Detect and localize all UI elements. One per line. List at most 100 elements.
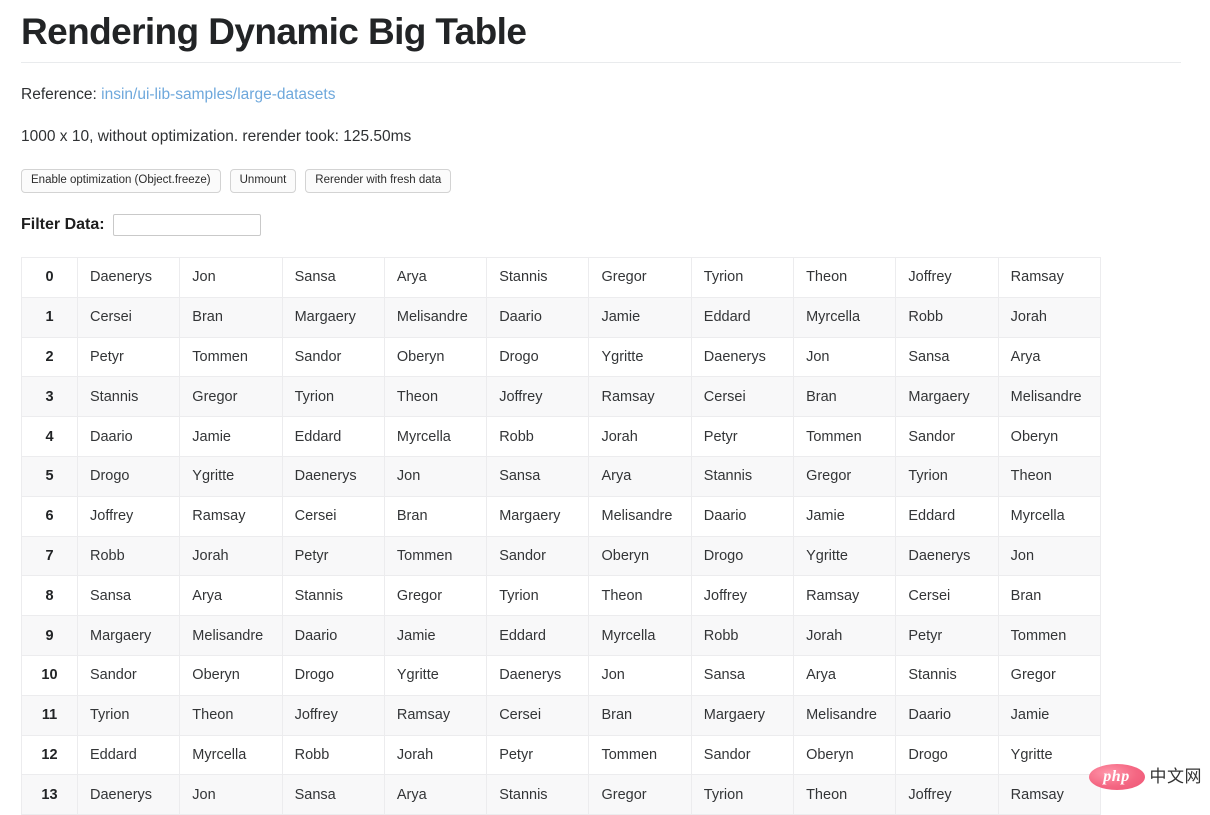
table-cell: Melisandre [588,495,692,537]
table-cell: Gregor [383,575,488,617]
table-row: 13 Daenerys Jon Sansa Arya Stannis Gregor Tyrio… [21,774,1101,815]
table-cell: Tommen [383,535,488,577]
page-root: Rendering Dynamic Big Table Reference: i… [0,8,1210,815]
table-cell: Ramsay [997,774,1101,815]
table-cell: Ramsay [997,257,1101,298]
unmount-button[interactable]: Unmount [229,169,297,193]
table-cell: Stannis [486,257,590,298]
table-cell: Eddard [281,416,385,457]
table-cell: Ygritte [588,336,692,378]
table-row: 11 Tyrion Theon Joffrey Ramsay Cersei Bran Marg… [21,694,1101,736]
table-cell: Melisandre [179,615,283,656]
table-cell: Cersei [486,694,590,736]
rerender-button[interactable]: Rerender with fresh data [305,169,452,193]
table-cell: Petyr [486,734,590,776]
table-cell: Oberyn [997,416,1101,457]
table-cell: Jamie [793,495,897,537]
table-cell: Robb [486,416,590,457]
table-cell: Arya [793,654,897,696]
table-cell: Arya [997,336,1101,378]
table-cell: Jon [997,535,1101,577]
table-cell: Theon [793,257,897,298]
table-cell: Cersei [76,296,181,338]
table-cell: Jon [383,455,488,497]
table-cell: Gregor [997,654,1101,696]
row-index-cell: 2 [21,336,78,378]
table-cell: Robb [281,734,385,776]
table-row: 10 Sandor Oberyn Drogo Ygritte Daenerys Jon San… [21,654,1101,696]
table-cell: Bran [588,694,692,736]
table-cell: Bran [793,376,897,418]
action-button-row: Enable optimization (Object.freeze) Unmo… [21,169,1210,193]
table-cell: Ramsay [588,376,692,418]
table-cell: Drogo [895,734,999,776]
table-cell: Daenerys [486,654,590,696]
big-table-container: 0 Daenerys Jon Sansa Arya Stannis Gregor Tyrion… [21,257,1101,815]
table-cell: Myrcella [179,734,283,776]
table-cell: Robb [76,535,181,577]
table-cell: Sansa [281,774,385,815]
table-cell: Joffrey [281,694,385,736]
table-cell: Gregor [588,257,692,298]
watermark-site-text: 中文网 [1149,767,1202,787]
table-row: 6 Joffrey Ramsay Cersei Bran Margaery Melisand… [21,495,1101,537]
row-index-cell: 7 [21,535,78,577]
reference-line: Reference: insin/ui-lib-samples/large-da… [21,85,1210,105]
table-cell: Theon [179,694,283,736]
reference-link[interactable]: insin/ui-lib-samples/large-datasets [101,86,335,103]
table-cell: Sandor [281,336,385,378]
table-cell: Ygritte [383,654,488,696]
table-cell: Margaery [690,694,795,736]
filter-data-input[interactable] [112,214,261,236]
big-table-body: 0 Daenerys Jon Sansa Arya Stannis Gregor Tyrion… [21,257,1101,815]
table-cell: Tyrion [895,455,999,497]
filter-row: Filter Data: [21,214,1210,236]
php-logo-icon: php [1088,764,1145,790]
table-cell: Sandor [486,535,590,577]
table-cell: Margaery [76,615,181,656]
table-cell: Myrcella [588,615,692,656]
table-cell: Bran [997,575,1101,617]
enable-optimization-button[interactable]: Enable optimization (Object.freeze) [21,169,221,193]
table-cell: Ygritte [997,734,1101,776]
row-index-cell: 1 [21,296,78,338]
table-row: 7 Robb Jorah Petyr Tommen Sandor Oberyn Drogo Yg… [21,535,1101,577]
table-cell: Eddard [895,495,999,537]
table-cell: Theon [793,774,897,815]
row-index-cell: 10 [21,654,78,696]
table-cell: Petyr [690,416,795,457]
table-cell: Theon [997,455,1101,497]
table-row: 12 Eddard Myrcella Robb Jorah Petyr Tommen Sand… [21,734,1101,776]
table-cell: Melisandre [793,694,897,736]
table-cell: Daario [76,416,181,457]
table-cell: Drogo [690,535,795,577]
table-cell: Myrcella [997,495,1101,537]
table-cell: Eddard [690,296,795,338]
table-row: 5 Drogo Ygritte Daenerys Jon Sansa Arya Stannis… [21,455,1101,497]
table-cell: Jorah [997,296,1101,338]
table-cell: Tommen [588,734,692,776]
table-cell: Daario [486,296,590,338]
table-cell: Theon [588,575,692,617]
table-cell: Ramsay [793,575,897,617]
table-cell: Stannis [486,774,590,815]
row-index-cell: 9 [21,615,78,656]
table-cell: Robb [895,296,999,338]
table-cell: Sandor [895,416,999,457]
table-cell: Stannis [281,575,385,617]
table-cell: Jon [588,654,692,696]
table-cell: Daenerys [895,535,999,577]
table-cell: Daenerys [281,455,385,497]
table-cell: Cersei [895,575,999,617]
table-cell: Tommen [179,336,283,378]
table-cell: Petyr [281,535,385,577]
table-row: 3 Stannis Gregor Tyrion Theon Joffrey Ramsay Ce… [21,376,1101,418]
table-cell: Stannis [690,455,795,497]
table-cell: Jorah [383,734,488,776]
table-cell: Jon [793,336,897,378]
table-cell: Ramsay [179,495,283,537]
table-cell: Jamie [588,296,692,338]
table-cell: Margaery [281,296,385,338]
table-cell: Theon [383,376,488,418]
row-index-cell: 5 [21,455,78,497]
